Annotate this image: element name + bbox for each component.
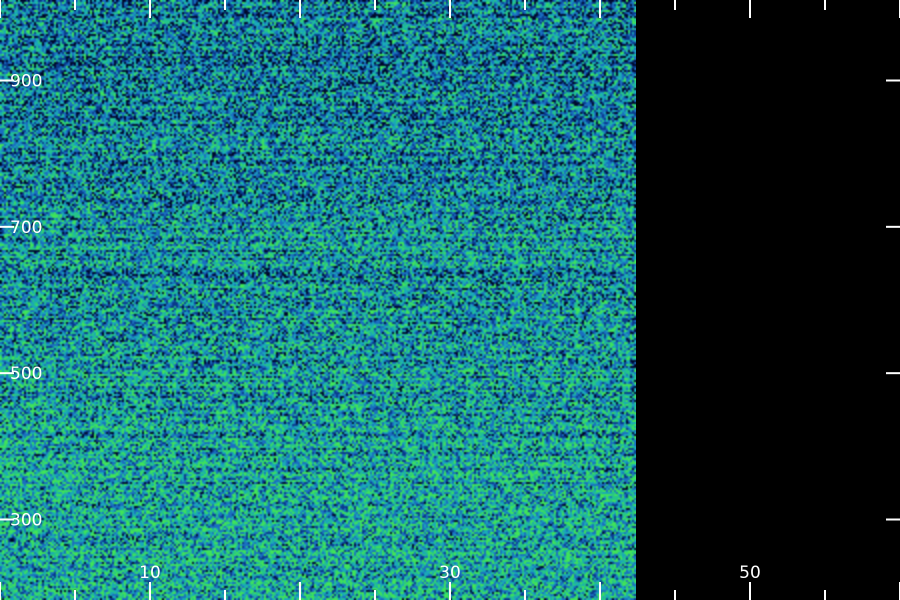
x-tick-label-10: 10	[139, 563, 161, 583]
y-tick-label-500: 500	[10, 364, 42, 384]
y-tick-label-900: 900	[10, 71, 42, 91]
heatmap-image	[0, 0, 636, 600]
x-tick-label-30: 30	[439, 563, 461, 583]
y-tick-label-300: 300	[10, 511, 42, 531]
y-tick-label-700: 700	[10, 218, 42, 238]
spectrogram-plot: 10 30 50 300 500 700 900	[0, 0, 900, 600]
x-tick-label-50: 50	[739, 563, 761, 583]
